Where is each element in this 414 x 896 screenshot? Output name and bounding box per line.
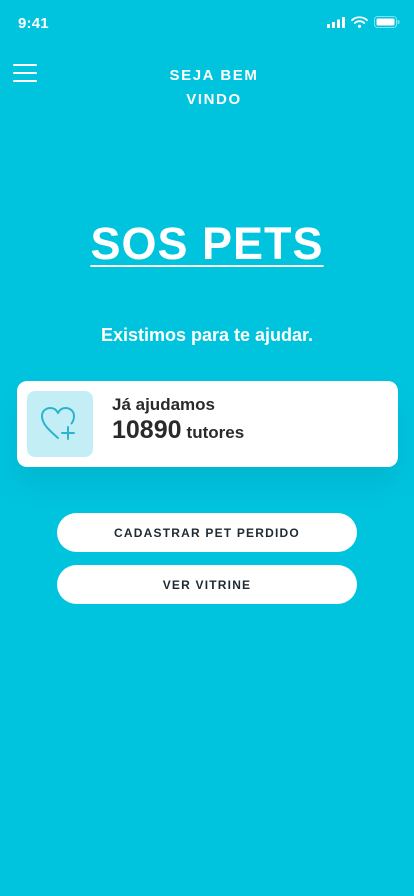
stats-card: Já ajudamos 10890 tutores <box>17 381 398 467</box>
stats-count-line: 10890 tutores <box>112 416 244 445</box>
stats-icon-box <box>27 391 93 457</box>
stats-label: Já ajudamos <box>112 395 215 414</box>
status-bar: 9:41 <box>0 0 414 44</box>
cellular-signal-icon <box>327 16 345 28</box>
menu-line <box>13 80 37 82</box>
menu-line <box>13 64 37 66</box>
status-time: 9:41 <box>18 15 49 32</box>
welcome-title: SEJA BEM VINDO <box>132 64 296 112</box>
hamburger-menu-icon[interactable] <box>13 64 37 82</box>
status-icons <box>327 16 400 28</box>
welcome-line-2: VINDO <box>186 91 242 108</box>
stats-count: 10890 <box>112 416 182 444</box>
battery-icon <box>374 16 400 28</box>
register-lost-pet-button[interactable]: CADASTRAR PET PERDIDO <box>57 513 357 552</box>
view-showcase-button[interactable]: VER VITRINE <box>57 565 357 604</box>
tagline: Existimos para te ajudar. <box>100 325 314 345</box>
brand-title: SOS PETS <box>90 218 324 269</box>
menu-line <box>13 72 37 74</box>
wifi-icon <box>351 16 368 28</box>
heart-plus-icon <box>41 407 75 440</box>
stats-unit: tutores <box>186 423 245 442</box>
welcome-line-1: SEJA BEM <box>169 67 259 84</box>
